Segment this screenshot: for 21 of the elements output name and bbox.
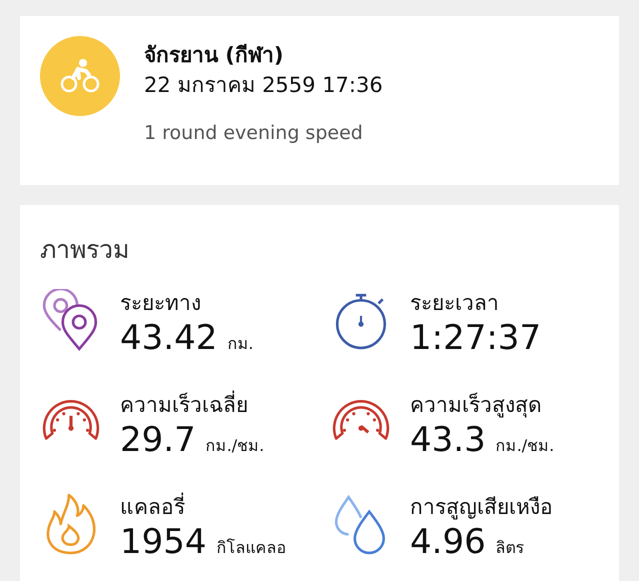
metric-unit: กิโลแคลอ bbox=[216, 537, 287, 559]
metric-label: ระยะทาง bbox=[120, 290, 202, 317]
metric-unit: กม. bbox=[227, 333, 254, 355]
metric-label: ความเร็วสูงสุด bbox=[410, 392, 543, 419]
metric-value: 1954 bbox=[120, 521, 207, 563]
metric-value: 4.96 bbox=[410, 521, 486, 563]
metric-label: การสูญเสียเหงือ bbox=[410, 494, 553, 521]
section-title: ภาพรวม bbox=[40, 234, 130, 266]
metric-unit: ลิตร bbox=[496, 537, 525, 559]
activity-note: 1 round evening speed bbox=[144, 122, 364, 144]
metric-value: 29.7 bbox=[120, 419, 196, 461]
activity-title: จักรยาน (กีฬา) bbox=[144, 42, 285, 69]
metric-label: ความเร็วเฉลี่ย bbox=[120, 391, 264, 419]
metric-value: 43.3 bbox=[410, 419, 486, 461]
metric-value: 43.42 bbox=[120, 317, 218, 359]
metric-value: 1:27:37 bbox=[410, 317, 542, 359]
metric-label: ระยะเวลา bbox=[410, 290, 500, 317]
metric-unit: กม./ชม. bbox=[206, 435, 264, 457]
activity-date: 22 มกราคม 2559 17:36 bbox=[144, 72, 383, 99]
metric-label: แคลอรี่ bbox=[120, 493, 287, 521]
metric-unit: กม./ชม. bbox=[496, 435, 554, 457]
